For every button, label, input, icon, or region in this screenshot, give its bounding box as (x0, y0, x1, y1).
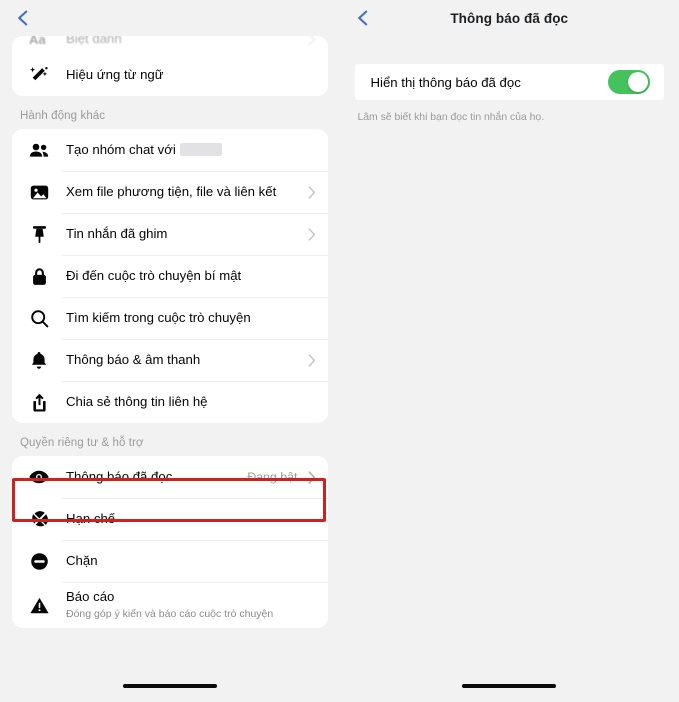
list-item-label: Chia sẻ thông tin liên hệ (66, 394, 208, 410)
chevron-right-icon (298, 353, 316, 367)
list-item-label: Tạo nhóm chat với (66, 141, 298, 159)
list-item-view-media-files-links[interactable]: Xem file phương tiện, file và liên kết (12, 171, 328, 213)
dual-phone-screenshot: Aa Biệt danh Hiệu ứng từ ngữ Hành động k… (0, 0, 679, 702)
card-other-actions: Tạo nhóm chat với Xem file phương tiện, … (12, 129, 328, 423)
card-privacy-support: Thông báo đã đọc Đang bật Hạn chế Chặn B… (12, 456, 328, 629)
bell-icon (28, 351, 50, 370)
chevron-right-icon (298, 227, 316, 241)
list-item-read-receipts[interactable]: Thông báo đã đọc Đang bật (12, 456, 328, 498)
list-item-label: Hạn chế (66, 511, 116, 527)
list-item-label: Đi đến cuộc trò chuyện bí mật (66, 268, 242, 284)
eye-icon (28, 470, 50, 484)
svg-text:Aa: Aa (29, 36, 46, 46)
row-show-read-receipts[interactable]: Hiển thị thông báo đã đọc (354, 64, 664, 100)
block-icon (28, 552, 50, 571)
list-item-nickname[interactable]: Aa Biệt danh (12, 36, 328, 54)
list-item-label: Biệt danh (66, 36, 122, 47)
restrict-icon (28, 510, 50, 529)
list-item-create-group-chat[interactable]: Tạo nhóm chat với (12, 129, 328, 171)
left-navbar (0, 0, 340, 36)
chevron-right-icon (298, 470, 316, 484)
list-item-sublabel: Đóng góp ý kiến và báo cáo cuộc trò chuy… (66, 607, 274, 620)
home-indicator-right (462, 684, 557, 688)
right-panel-read-receipts: Thông báo đã đọc Hiển thị thông báo đã đ… (339, 0, 679, 702)
toggle-knob (628, 72, 648, 92)
chevron-right-icon (298, 36, 316, 46)
list-item-label: Xem file phương tiện, file và liên kết (66, 184, 277, 200)
search-icon (28, 309, 50, 328)
section-header-privacy-support: Quyền riêng tư & hỗ trợ (20, 437, 144, 449)
clipped-row-wrapper: Aa Biệt danh (12, 36, 328, 54)
read-receipts-toggle[interactable] (608, 70, 650, 94)
list-item-label: Thông báo & âm thanh (66, 352, 201, 368)
left-panel-chat-settings: Aa Biệt danh Hiệu ứng từ ngữ Hành động k… (0, 0, 340, 702)
list-item-label: Báo cáo (66, 589, 115, 604)
back-icon[interactable] (14, 9, 32, 27)
left-scroll-content[interactable]: Aa Biệt danh Hiệu ứng từ ngữ Hành động k… (0, 36, 340, 629)
list-item-word-effects[interactable]: Hiệu ứng từ ngữ (12, 54, 328, 96)
card-customization: Aa Biệt danh Hiệu ứng từ ngữ (12, 36, 328, 96)
list-item-label: Hiệu ứng từ ngữ (66, 67, 164, 83)
photo-icon (28, 184, 50, 201)
right-navbar: Thông báo đã đọc (340, 0, 679, 36)
list-item-label-text: Tạo nhóm chat với (66, 142, 176, 158)
status-value: Đang bật (247, 470, 298, 484)
aa-text-icon: Aa (28, 36, 50, 46)
section-header-other-actions: Hành động khác (20, 110, 106, 122)
redacted-name-block (179, 143, 222, 157)
list-item-restrict[interactable]: Hạn chế (12, 498, 328, 540)
list-item-label: Tin nhắn đã ghim (66, 226, 168, 242)
toggle-caption: Lâm sẽ biết khi bạn đọc tin nhắn của họ. (357, 112, 545, 123)
pin-icon (28, 225, 50, 244)
home-indicator-left (122, 684, 217, 688)
list-item-report[interactable]: Báo cáo Đóng góp ý kiến và báo cáo cuộc … (12, 582, 328, 629)
chevron-right-icon (298, 185, 316, 199)
list-item-notifications-sounds[interactable]: Thông báo & âm thanh (12, 339, 328, 381)
lock-icon (28, 267, 50, 286)
list-item-search-conversation[interactable]: Tìm kiếm trong cuộc trò chuyện (12, 297, 328, 339)
warning-icon (28, 597, 50, 614)
list-item-label: Tìm kiếm trong cuộc trò chuyện (66, 310, 251, 326)
page-title: Thông báo đã đọc (450, 10, 569, 26)
share-icon (28, 393, 50, 412)
people-group-icon (28, 142, 50, 158)
list-item-label: Chặn (66, 553, 98, 569)
list-item-share-contact-info[interactable]: Chia sẻ thông tin liên hệ (12, 381, 328, 423)
list-item-pinned-messages[interactable]: Tin nhắn đã ghim (12, 213, 328, 255)
toggle-label: Hiển thị thông báo đã đọc (370, 74, 521, 90)
list-item-label: Thông báo đã đọc (66, 469, 173, 485)
list-item-block[interactable]: Chặn (12, 540, 328, 582)
list-item-secret-conversation[interactable]: Đi đến cuộc trò chuyện bí mật (12, 255, 328, 297)
magic-wand-icon (28, 65, 50, 85)
